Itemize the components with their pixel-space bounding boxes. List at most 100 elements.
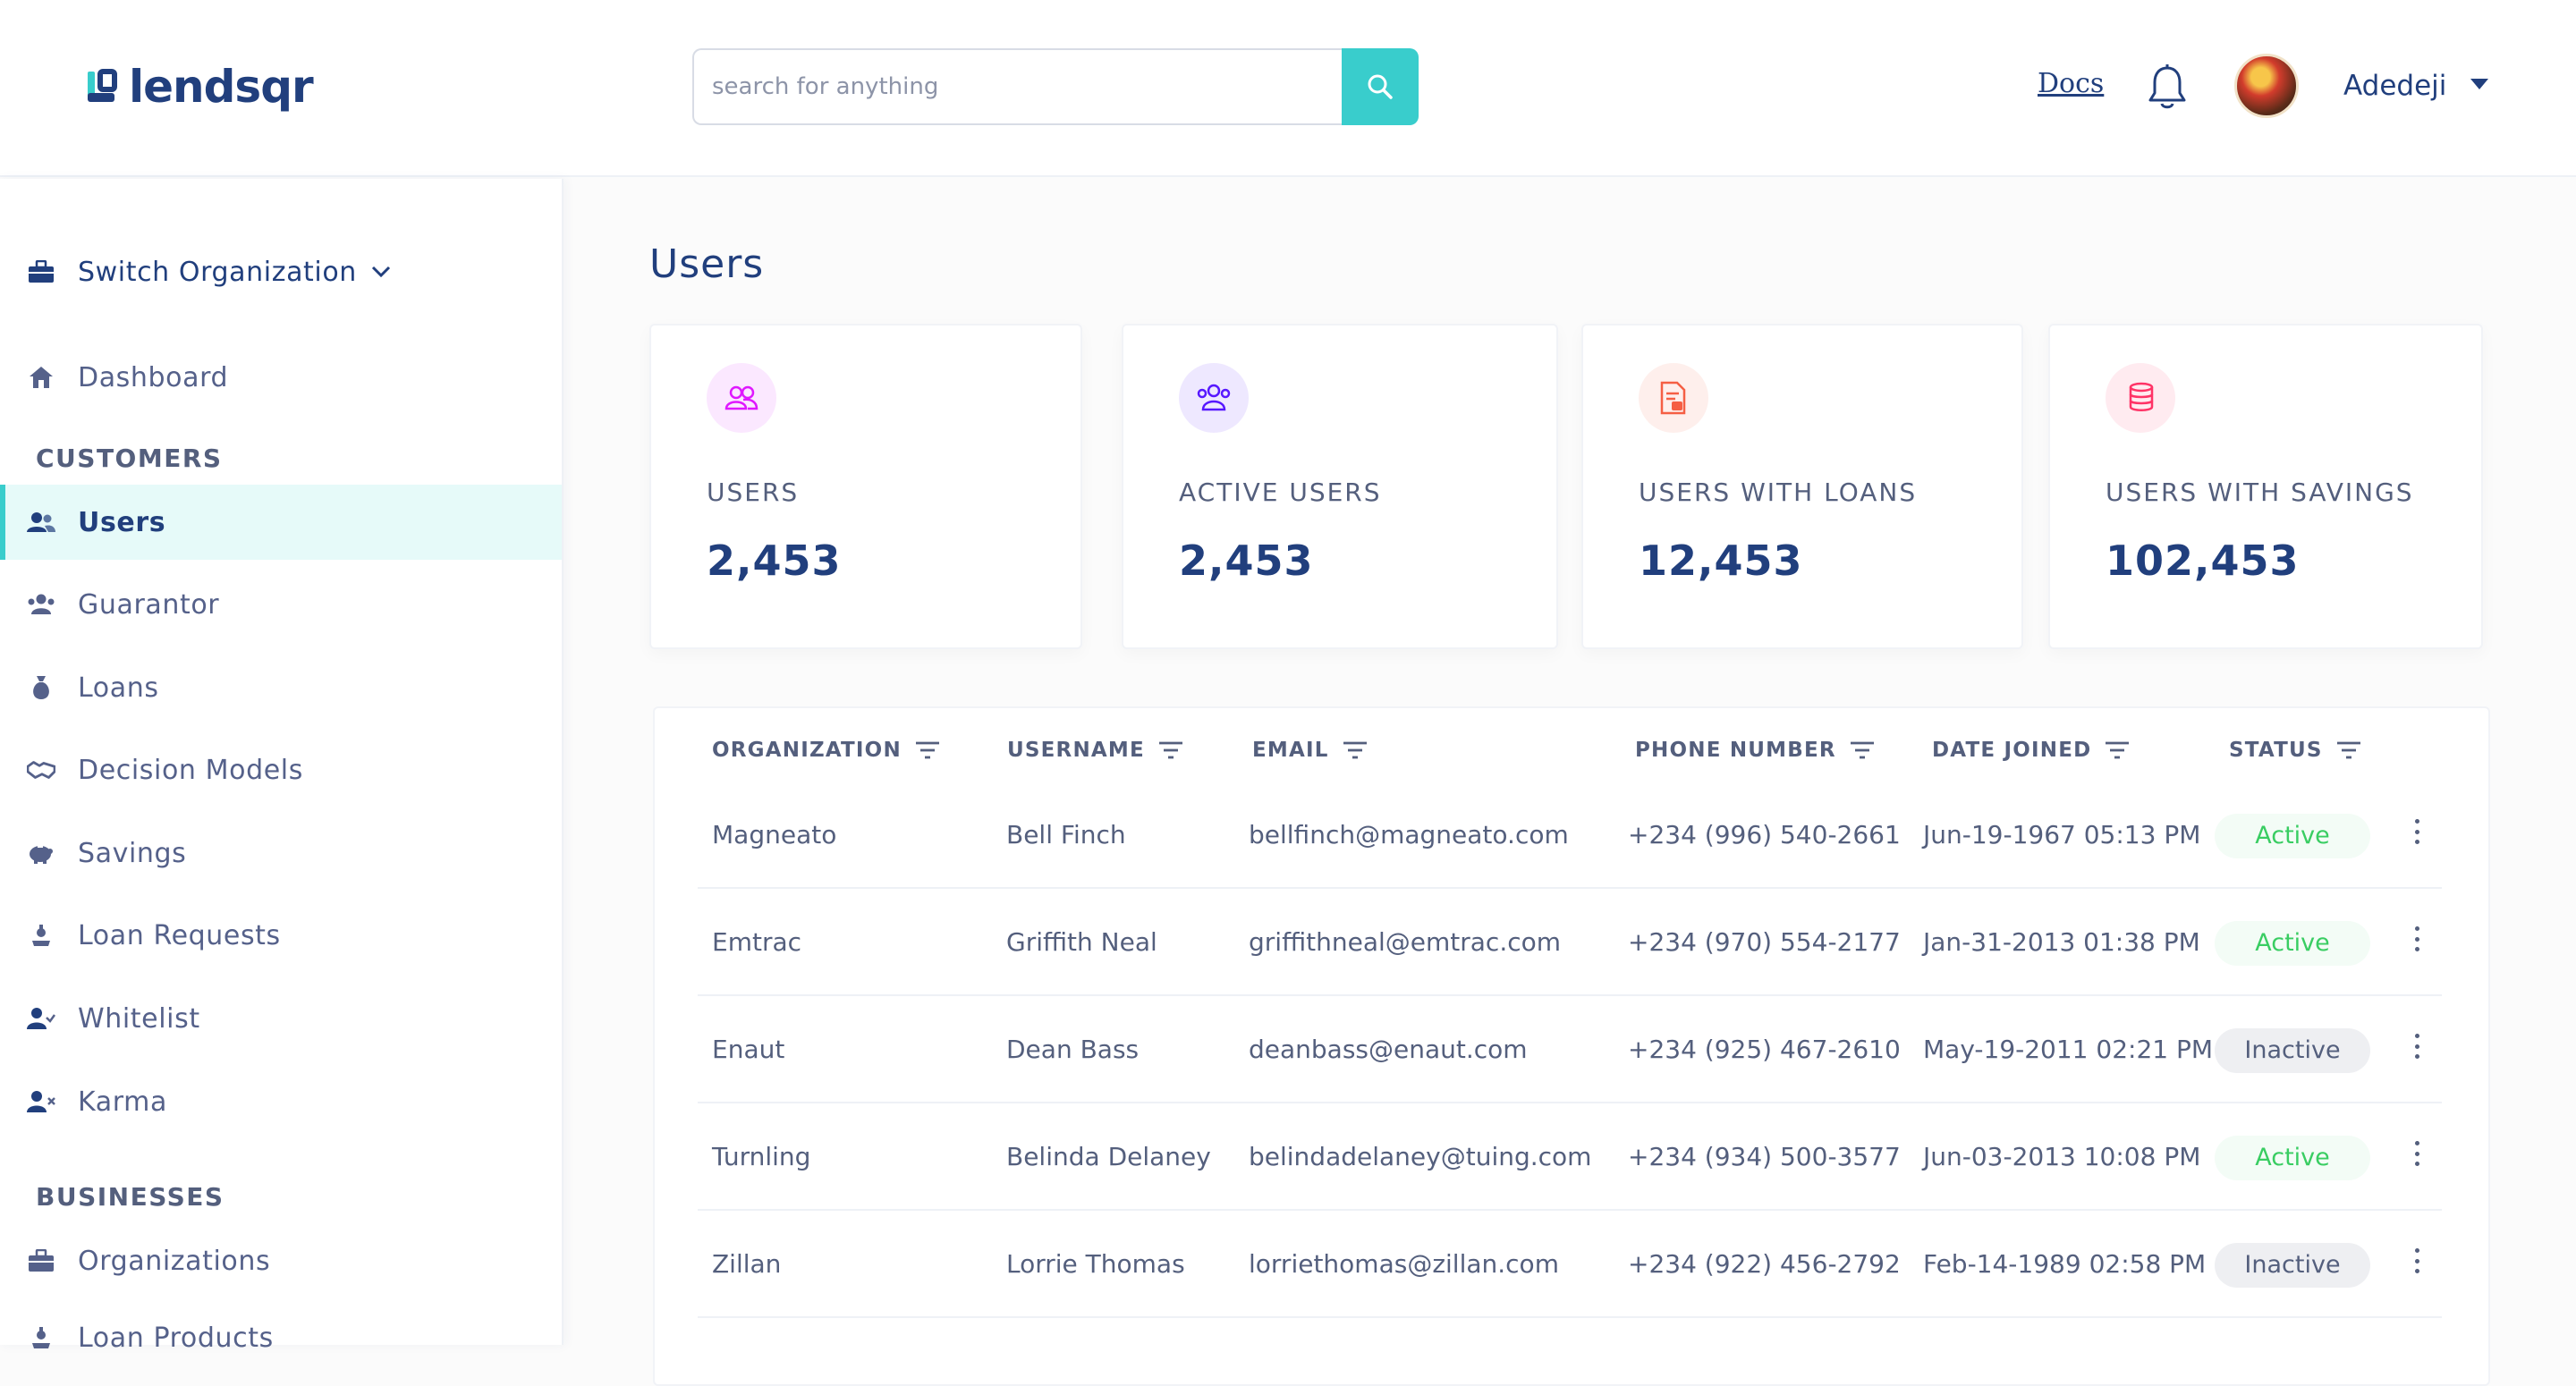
filter-icon[interactable] [914,739,941,761]
status-badge: Active [2215,814,2370,858]
sidebar-item-label: Loan Requests [78,919,281,951]
sidebar-item-label: Organizations [78,1245,271,1277]
briefcase-icon [27,258,55,286]
loans-doc-icon [1639,363,1708,433]
status-badge: Active [2215,1136,2370,1180]
column-header-label: STATUS [2229,739,2323,762]
sidebar-item-label: Loans [78,672,159,704]
cell-date-joined: May-19-2011 02:21 PM [1923,1035,2214,1064]
sidebar-item-decision-models[interactable]: Decision Models [0,732,562,807]
page-title: Users [649,241,765,287]
docs-link[interactable]: Docs [2038,68,2104,99]
section-heading-customers: CUSTOMERS [36,444,223,473]
sidebar-item-label: Guarantor [78,588,220,621]
table-row[interactable]: Emtrac Griffith Neal griffithneal@emtrac… [698,889,2442,996]
user-menu-caret-icon[interactable] [2470,79,2488,89]
stat-card-label: ACTIVE USERS [1179,477,1382,507]
table-row[interactable]: Zillan Lorrie Thomas lorriethomas@zillan… [698,1211,2442,1318]
stat-card-label: USERS [707,477,800,507]
filter-icon[interactable] [1849,739,1876,761]
guarantor-icon [27,590,55,619]
cell-phone: +234 (934) 500-3577 [1628,1142,1901,1171]
users-icon [27,508,55,537]
cell-date-joined: Jun-03-2013 10:08 PM [1923,1142,2201,1171]
cell-username: Griffith Neal [1006,927,1157,957]
stat-card-value: 12,453 [1639,537,1803,585]
cell-email: griffithneal@emtrac.com [1249,927,1562,957]
cell-date-joined: Jun-19-1967 05:13 PM [1923,820,2201,849]
stat-card-label: USERS WITH SAVINGS [2106,477,2414,507]
cell-email: bellfinch@magneato.com [1249,820,1569,849]
column-header-label: PHONE NUMBER [1635,739,1836,762]
stat-card-label: USERS WITH LOANS [1639,477,1918,507]
stat-card-value: 102,453 [2106,537,2300,585]
sidebar-item-dashboard[interactable]: Dashboard [0,340,562,415]
chevron-down-icon [371,266,391,278]
filter-icon[interactable] [2335,739,2362,761]
sidebar-item-label: Users [78,506,166,538]
column-header-email[interactable]: EMAIL [1252,739,1368,762]
user-name[interactable]: Adedeji [2343,70,2446,102]
sidebar-item-organizations[interactable]: Organizations [0,1223,562,1298]
row-actions-kebab-icon[interactable] [2408,1243,2426,1279]
logo[interactable]: lendsqr [86,61,314,113]
top-bar: lendsqr Docs Adedeji [0,0,2576,177]
cell-username: Belinda Delaney [1006,1142,1211,1171]
column-header-label: USERNAME [1007,739,1145,762]
filter-icon[interactable] [1342,739,1368,761]
table-row[interactable]: Enaut Dean Bass deanbass@enaut.com +234 … [698,996,2442,1103]
piggy-bank-icon [27,839,55,867]
user-x-icon [27,1087,55,1116]
table-row[interactable]: Magneato Bell Finch bellfinch@magneato.c… [698,782,2442,889]
column-header-date-joined[interactable]: DATE JOINED [1932,739,2131,762]
sidebar-item-label: Dashboard [78,361,229,393]
filter-icon[interactable] [2104,739,2131,761]
users-icon [707,363,776,433]
cell-username: Lorrie Thomas [1006,1249,1185,1279]
row-actions-kebab-icon[interactable] [2408,1136,2426,1171]
row-actions-kebab-icon[interactable] [2408,1028,2426,1064]
avatar[interactable] [2234,54,2299,118]
filter-icon[interactable] [1157,739,1184,761]
cell-email: belindadelaney@tuing.com [1249,1142,1592,1171]
cell-organization: Emtrac [712,927,802,957]
column-header-organization[interactable]: ORGANIZATION [712,739,941,762]
logo-text: lendsqr [129,61,314,113]
column-header-label: DATE JOINED [1932,739,2092,762]
sidebar: Switch Organization Dashboard CUSTOMERS … [0,179,564,1354]
search-input[interactable] [692,48,1342,125]
sidebar-item-loan-products[interactable]: Loan Products [0,1300,562,1375]
sidebar-item-loan-requests[interactable]: Loan Requests [0,898,562,973]
row-actions-kebab-icon[interactable] [2408,814,2426,849]
loan-request-icon [27,1323,55,1352]
briefcase-icon [27,1247,55,1275]
cell-username: Bell Finch [1006,820,1126,849]
column-header-status[interactable]: STATUS [2229,739,2362,762]
sidebar-item-guarantor[interactable]: Guarantor [0,567,562,642]
bell-icon[interactable] [2147,63,2188,111]
switch-organization[interactable]: Switch Organization [0,234,562,309]
sidebar-item-loans[interactable]: Loans [0,650,562,725]
search-bar [692,48,1419,125]
cell-phone: +234 (970) 554-2177 [1628,927,1901,957]
stat-card-users: USERS 2,453 [649,324,1082,649]
logo-mark-icon [88,69,117,102]
cell-organization: Enaut [712,1035,785,1064]
active-users-icon [1179,363,1249,433]
sidebar-item-whitelist[interactable]: Whitelist [0,981,562,1056]
column-header-phone-number[interactable]: PHONE NUMBER [1635,739,1876,762]
cell-phone: +234 (925) 467-2610 [1628,1035,1901,1064]
loan-request-icon [27,921,55,950]
search-button[interactable] [1342,48,1419,125]
handshake-icon [27,756,55,784]
column-header-username[interactable]: USERNAME [1007,739,1184,762]
loans-icon [27,673,55,702]
sidebar-item-savings[interactable]: Savings [0,816,562,891]
cell-organization: Turnling [712,1142,811,1171]
row-actions-kebab-icon[interactable] [2408,921,2426,957]
sidebar-item-label: Decision Models [78,754,303,786]
sidebar-item-karma[interactable]: Karma [0,1064,562,1139]
table-row[interactable]: Turnling Belinda Delaney belindadelaney@… [698,1103,2442,1211]
sidebar-item-label: Savings [78,837,187,869]
sidebar-item-users[interactable]: Users [0,485,562,560]
